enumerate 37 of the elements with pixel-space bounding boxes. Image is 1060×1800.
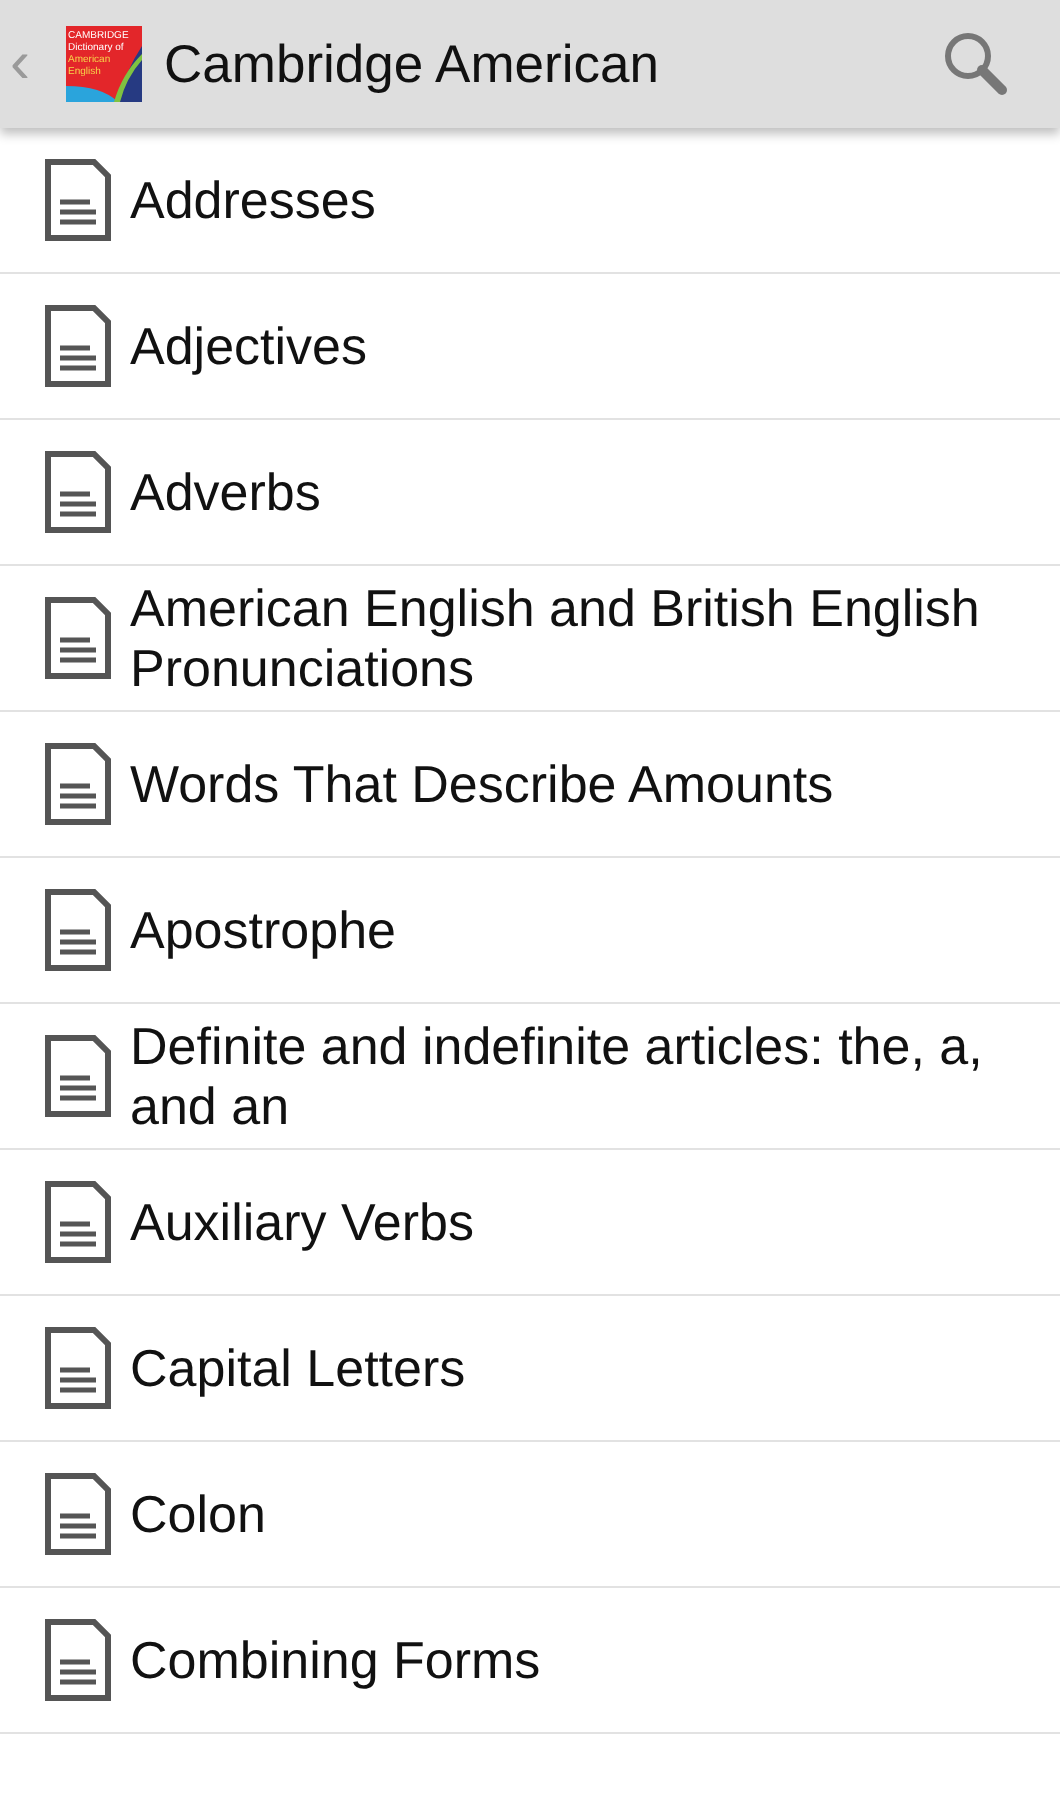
document-icon xyxy=(44,742,112,826)
topic-label: Adjectives xyxy=(130,316,369,376)
document-icon xyxy=(44,450,112,534)
topic-label: Apostrophe xyxy=(130,900,398,960)
topic-row[interactable]: Adverbs xyxy=(0,420,1060,566)
topic-label: Definite and indefinite articles: the, a, and an xyxy=(130,1016,985,1136)
document-icon xyxy=(44,1180,112,1264)
topic-row[interactable]: Capital Letters xyxy=(0,1296,1060,1442)
topic-label: Colon xyxy=(130,1484,268,1544)
topic-label: Capital Letters xyxy=(130,1338,468,1398)
document-icon xyxy=(44,888,112,972)
topic-row[interactable]: Words That Describe Amounts xyxy=(0,712,1060,858)
document-icon xyxy=(44,1472,112,1556)
topic-label: Auxiliary Verbs xyxy=(130,1192,476,1252)
app-title: Cambridge American xyxy=(164,33,661,95)
topic-label: Addresses xyxy=(130,170,378,230)
document-icon xyxy=(44,1034,112,1118)
document-icon xyxy=(44,158,112,242)
topic-row[interactable]: Apostrophe xyxy=(0,858,1060,1004)
topic-row[interactable]: Combining Forms xyxy=(0,1588,1060,1734)
app-logo xyxy=(66,26,142,102)
document-icon xyxy=(44,1326,112,1410)
topic-row[interactable]: American English and British English Pronunciations xyxy=(0,566,1060,712)
topic-label: Combining Forms xyxy=(130,1630,543,1690)
topic-row[interactable]: Addresses xyxy=(0,128,1060,274)
topic-row[interactable]: Colon xyxy=(0,1442,1060,1588)
topic-row[interactable]: Definite and indefinite articles: the, a, and an xyxy=(0,1004,1060,1150)
topic-row[interactable]: Adjectives xyxy=(0,274,1060,420)
topic-label: American English and British English Pronunciations xyxy=(130,578,982,698)
topic-row[interactable]: Auxiliary Verbs xyxy=(0,1150,1060,1296)
search-icon xyxy=(940,28,1012,100)
search-button[interactable] xyxy=(940,28,1012,100)
document-icon xyxy=(44,596,112,680)
document-icon xyxy=(44,304,112,388)
document-icon xyxy=(44,1618,112,1702)
topic-label: Words That Describe Amounts xyxy=(130,754,836,814)
topic-label: Adverbs xyxy=(130,462,323,522)
